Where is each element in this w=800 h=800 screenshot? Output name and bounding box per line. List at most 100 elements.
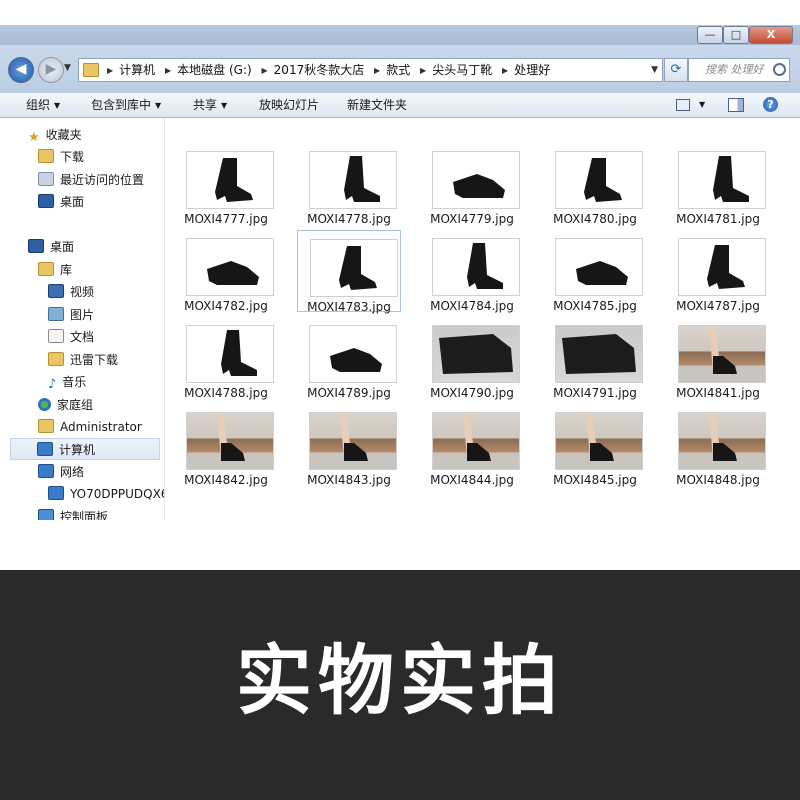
chevron-right-icon[interactable]: ▶: [165, 66, 171, 75]
boot-image-icon: [221, 330, 257, 376]
nav-documents-label: 文档: [70, 330, 95, 344]
nav-control-panel[interactable]: 控制面板: [38, 506, 108, 520]
boot-image-icon: [562, 334, 636, 374]
boot-image-icon: [584, 158, 622, 202]
file-name: MOXI4790.jpg: [430, 386, 514, 400]
refresh-button[interactable]: ⟳: [664, 58, 688, 82]
file-tile[interactable]: MOXI4777.jpg: [174, 143, 278, 226]
file-tile[interactable]: MOXI4783.jpg: [297, 230, 401, 314]
explorer-window: — □ X ◀ ▶ ▼ ▶ 计算机 ▶ 本地磁盘 (G:) ▶ 2017秋冬款大店 ▶…: [0, 25, 800, 520]
file-tile[interactable]: MOXI4787.jpg: [666, 230, 770, 313]
boot-image-icon: [215, 158, 253, 202]
image-thumbnail: [310, 239, 398, 297]
downloads-folder-icon: [38, 149, 54, 163]
file-tile[interactable]: MOXI4779.jpg: [420, 143, 524, 226]
chevron-right-icon[interactable]: ▶: [502, 66, 508, 75]
library-folder-icon: [38, 262, 54, 276]
file-tile[interactable]: MOXI4780.jpg: [543, 143, 647, 226]
nav-desktop[interactable]: 桌面: [28, 236, 74, 258]
nav-network[interactable]: 网络: [38, 461, 84, 483]
breadcrumb-boots[interactable]: 尖头马丁靴: [432, 63, 492, 77]
file-tile[interactable]: MOXI4791.jpg: [543, 317, 647, 400]
image-thumbnail: [678, 151, 766, 209]
maximize-button[interactable]: □: [723, 26, 749, 44]
file-tile[interactable]: MOXI4845.jpg: [543, 404, 647, 487]
breadcrumb-style[interactable]: 款式: [386, 63, 410, 77]
organize-menu[interactable]: 组织 ▼: [26, 93, 60, 118]
change-view-icon[interactable]: [676, 99, 690, 111]
nav-libraries-label: 库: [60, 263, 73, 277]
nav-videos[interactable]: 视频: [48, 281, 94, 303]
address-dropdown-icon[interactable]: ▼: [651, 59, 658, 81]
nav-desktop-label: 桌面: [50, 240, 75, 254]
breadcrumb-drive[interactable]: 本地磁盘 (G:): [177, 63, 252, 77]
address-field[interactable]: ▶ 计算机 ▶ 本地磁盘 (G:) ▶ 2017秋冬款大店 ▶ 款式 ▶ 尖头马丁靴 ▶ 处…: [78, 58, 663, 82]
new-folder-button[interactable]: 新建文件夹: [347, 93, 407, 117]
forward-button[interactable]: ▶: [38, 57, 64, 83]
desktop-icon: [28, 239, 44, 253]
nav-music[interactable]: ♪ 音乐: [48, 371, 86, 393]
file-tile[interactable]: MOXI4788.jpg: [174, 317, 278, 400]
nav-homegroup[interactable]: 家庭组: [38, 394, 93, 416]
file-tile[interactable]: MOXI4844.jpg: [420, 404, 524, 487]
boot-image-icon: [576, 261, 628, 285]
file-name: MOXI4789.jpg: [307, 386, 391, 400]
file-tile[interactable]: MOXI4781.jpg: [666, 143, 770, 226]
breadcrumb-store[interactable]: 2017秋冬款大店: [274, 63, 365, 77]
file-tile[interactable]: MOXI4790.jpg: [420, 317, 524, 400]
chevron-right-icon[interactable]: ▶: [420, 66, 426, 75]
preview-pane-icon[interactable]: [728, 98, 744, 112]
nav-desktop-favorite[interactable]: 桌面: [38, 191, 84, 213]
nav-favorites[interactable]: ★ 收藏夹: [28, 124, 82, 146]
file-tile[interactable]: MOXI4842.jpg: [174, 404, 278, 487]
nav-pictures-label: 图片: [70, 308, 95, 322]
search-input[interactable]: 搜索 处理好: [688, 58, 790, 82]
nav-recent-places[interactable]: 最近访问的位置: [38, 169, 144, 191]
nav-network-pc[interactable]: YO70DPPUDQX6: [48, 483, 164, 505]
chevron-right-icon[interactable]: ▶: [262, 66, 268, 75]
image-thumbnail: [555, 238, 643, 296]
include-in-library-menu[interactable]: 包含到库中 ▼: [91, 93, 161, 118]
file-tile[interactable]: MOXI4843.jpg: [297, 404, 401, 487]
history-dropdown-icon[interactable]: ▼: [64, 63, 71, 73]
breadcrumb-processed[interactable]: 处理好: [514, 63, 550, 77]
nav-libraries[interactable]: 库: [38, 259, 72, 281]
breadcrumb-computer[interactable]: 计算机: [119, 63, 155, 77]
nav-documents[interactable]: 文档: [48, 326, 94, 348]
share-menu[interactable]: 共享 ▼: [193, 93, 227, 118]
nav-downloads[interactable]: 下载: [38, 146, 84, 168]
help-icon[interactable]: ?: [763, 97, 778, 112]
boot-image-icon: [344, 156, 380, 202]
nav-network-label: 网络: [60, 465, 85, 479]
image-thumbnail: [555, 151, 643, 209]
slideshow-button[interactable]: 放映幻灯片: [259, 93, 319, 117]
chevron-right-icon[interactable]: ▶: [107, 66, 113, 75]
nav-pictures[interactable]: 图片: [48, 304, 94, 326]
address-bar-row: ◀ ▶ ▼ ▶ 计算机 ▶ 本地磁盘 (G:) ▶ 2017秋冬款大店 ▶ 款式 ▶ 尖头…: [0, 45, 800, 93]
file-tile[interactable]: MOXI4782.jpg: [174, 230, 278, 313]
file-tile[interactable]: MOXI4841.jpg: [666, 317, 770, 400]
file-name: MOXI4782.jpg: [184, 299, 268, 313]
file-tile[interactable]: MOXI4784.jpg: [420, 230, 524, 313]
include-in-library-label: 包含到库中: [91, 98, 152, 112]
nav-videos-label: 视频: [70, 285, 95, 299]
chevron-right-icon[interactable]: ▶: [374, 66, 380, 75]
nav-administrator[interactable]: Administrator: [38, 416, 142, 438]
nav-computer[interactable]: 计算机: [10, 438, 160, 460]
minimize-button[interactable]: —: [697, 26, 723, 44]
file-name: MOXI4844.jpg: [430, 473, 514, 487]
file-tile[interactable]: MOXI4785.jpg: [543, 230, 647, 313]
file-tile[interactable]: MOXI4778.jpg: [297, 143, 401, 226]
file-tile[interactable]: MOXI4848.jpg: [666, 404, 770, 487]
view-dropdown-icon[interactable]: ▼: [699, 93, 705, 117]
close-button[interactable]: X: [749, 26, 793, 44]
file-name: MOXI4783.jpg: [307, 300, 391, 314]
command-toolbar: 组织 ▼ 包含到库中 ▼ 共享 ▼ 放映幻灯片 新建文件夹 ▼ ?: [0, 93, 800, 118]
file-tile[interactable]: MOXI4789.jpg: [297, 317, 401, 400]
file-name: MOXI4785.jpg: [553, 299, 637, 313]
boot-image-icon: [330, 348, 382, 372]
nav-thunder-downloads[interactable]: 迅雷下载: [48, 349, 118, 371]
banner-title: 实物实拍: [236, 636, 564, 725]
title-bar: — □ X: [0, 25, 800, 45]
back-button[interactable]: ◀: [8, 57, 34, 83]
